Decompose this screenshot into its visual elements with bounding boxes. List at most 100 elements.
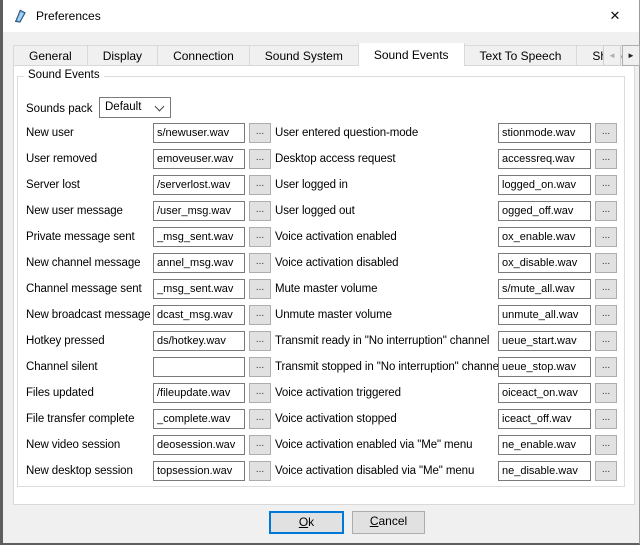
event-label-hotkey-pressed: Hotkey pressed <box>26 331 149 351</box>
browse-button-server-lost[interactable]: ... <box>249 175 271 195</box>
event-file-input-channel-message-sent[interactable] <box>153 279 245 299</box>
event-label-mute-master-volume: Mute master volume <box>275 279 494 299</box>
sounds-pack-value: Default <box>105 101 141 113</box>
browse-button-file-transfer-complete[interactable]: ... <box>249 409 271 429</box>
event-file-input-mute-master-volume[interactable] <box>498 279 591 299</box>
browse-button-new-broadcast-message[interactable]: ... <box>249 305 271 325</box>
browse-button-new-video-session[interactable]: ... <box>249 435 271 455</box>
browse-button-channel-message-sent[interactable]: ... <box>249 279 271 299</box>
event-label-voice-activation-disabled-via-me-menu: Voice activation disabled via "Me" menu <box>275 461 494 481</box>
event-label-transmit-stopped-in-no-interruption-channel: Transmit stopped in "No interruption" ch… <box>275 357 494 377</box>
browse-button-files-updated[interactable]: ... <box>249 383 271 403</box>
browse-button-new-channel-message[interactable]: ... <box>249 253 271 273</box>
groupbox-title: Sound Events <box>24 69 104 81</box>
event-file-input-server-lost[interactable] <box>153 175 245 195</box>
event-label-user-logged-out: User logged out <box>275 201 494 221</box>
event-file-input-voice-activation-disabled-via-me-menu[interactable] <box>498 461 591 481</box>
browse-button-new-desktop-session[interactable]: ... <box>249 461 271 481</box>
browse-button-channel-silent[interactable]: ... <box>249 357 271 377</box>
close-button[interactable]: ✕ <box>599 5 631 27</box>
browse-button-voice-activation-disabled-via-me-menu[interactable]: ... <box>595 461 617 481</box>
browse-button-user-removed[interactable]: ... <box>249 149 271 169</box>
event-label-user-removed: User removed <box>26 149 149 169</box>
event-label-voice-activation-enabled-via-me-menu: Voice activation enabled via "Me" menu <box>275 435 494 455</box>
tab-connection[interactable]: Connection <box>157 45 250 66</box>
event-file-input-user-logged-out[interactable] <box>498 201 591 221</box>
tab-display[interactable]: Display <box>87 45 158 66</box>
tab-general[interactable]: General <box>13 45 88 66</box>
window-title: Preferences <box>36 9 101 23</box>
event-label-user-entered-question-mode: User entered question-mode <box>275 123 494 143</box>
sounds-pack-label: Sounds pack <box>26 103 93 115</box>
browse-button-voice-activation-enabled[interactable]: ... <box>595 227 617 247</box>
cancel-button[interactable]: Cancel <box>352 511 425 534</box>
event-label-files-updated: Files updated <box>26 383 149 403</box>
event-file-input-voice-activation-disabled[interactable] <box>498 253 591 273</box>
event-file-input-new-channel-message[interactable] <box>153 253 245 273</box>
event-label-new-user-message: New user message <box>26 201 149 221</box>
tab-scroll-left-button[interactable]: ◄ <box>603 45 621 66</box>
event-file-input-channel-silent[interactable] <box>153 357 245 377</box>
browse-button-transmit-ready-in-no-interruption-channel[interactable]: ... <box>595 331 617 351</box>
event-file-input-new-desktop-session[interactable] <box>153 461 245 481</box>
browse-button-private-message-sent[interactable]: ... <box>249 227 271 247</box>
tab-sound-events[interactable]: Sound Events <box>358 43 465 66</box>
tab-sound-system[interactable]: Sound System <box>249 45 359 66</box>
event-file-input-voice-activation-enabled-via-me-menu[interactable] <box>498 435 591 455</box>
event-file-input-hotkey-pressed[interactable] <box>153 331 245 351</box>
browse-button-user-entered-question-mode[interactable]: ... <box>595 123 617 143</box>
event-label-new-video-session: New video session <box>26 435 149 455</box>
event-file-input-files-updated[interactable] <box>153 383 245 403</box>
event-file-input-user-logged-in[interactable] <box>498 175 591 195</box>
event-file-input-voice-activation-triggered[interactable] <box>498 383 591 403</box>
event-file-input-transmit-ready-in-no-interruption-channel[interactable] <box>498 331 591 351</box>
event-file-input-transmit-stopped-in-no-interruption-channel[interactable] <box>498 357 591 377</box>
event-label-unmute-master-volume: Unmute master volume <box>275 305 494 325</box>
event-file-input-user-removed[interactable] <box>153 149 245 169</box>
event-file-input-desktop-access-request[interactable] <box>498 149 591 169</box>
sounds-pack-select[interactable]: Default <box>99 97 171 118</box>
event-file-input-unmute-master-volume[interactable] <box>498 305 591 325</box>
ok-button[interactable]: Ok <box>269 511 344 534</box>
event-file-input-new-video-session[interactable] <box>153 435 245 455</box>
event-label-new-user: New user <box>26 123 149 143</box>
browse-button-new-user-message[interactable]: ... <box>249 201 271 221</box>
browse-button-new-user[interactable]: ... <box>249 123 271 143</box>
event-file-input-new-user-message[interactable] <box>153 201 245 221</box>
tab-text-to-speech[interactable]: Text To Speech <box>464 45 578 66</box>
event-file-input-new-user[interactable] <box>153 123 245 143</box>
event-file-input-private-message-sent[interactable] <box>153 227 245 247</box>
event-label-user-logged-in: User logged in <box>275 175 494 195</box>
browse-button-transmit-stopped-in-no-interruption-channel[interactable]: ... <box>595 357 617 377</box>
event-file-input-voice-activation-stopped[interactable] <box>498 409 591 429</box>
event-label-new-channel-message: New channel message <box>26 253 149 273</box>
browse-button-mute-master-volume[interactable]: ... <box>595 279 617 299</box>
event-file-input-file-transfer-complete[interactable] <box>153 409 245 429</box>
event-file-input-user-entered-question-mode[interactable] <box>498 123 591 143</box>
event-label-file-transfer-complete: File transfer complete <box>26 409 149 429</box>
event-file-input-new-broadcast-message[interactable] <box>153 305 245 325</box>
ok-button-label: Ok <box>271 513 342 532</box>
browse-button-voice-activation-stopped[interactable]: ... <box>595 409 617 429</box>
browse-button-voice-activation-enabled-via-me-menu[interactable]: ... <box>595 435 617 455</box>
event-label-voice-activation-disabled: Voice activation disabled <box>275 253 494 273</box>
event-label-channel-silent: Channel silent <box>26 357 149 377</box>
chevron-down-icon <box>155 102 165 112</box>
sound-events-groupbox: Sound Events Sounds pack Default New use… <box>17 76 625 487</box>
browse-button-voice-activation-triggered[interactable]: ... <box>595 383 617 403</box>
event-label-transmit-ready-in-no-interruption-channel: Transmit ready in "No interruption" chan… <box>275 331 494 351</box>
event-label-server-lost: Server lost <box>26 175 149 195</box>
browse-button-desktop-access-request[interactable]: ... <box>595 149 617 169</box>
browse-button-unmute-master-volume[interactable]: ... <box>595 305 617 325</box>
browse-button-voice-activation-disabled[interactable]: ... <box>595 253 617 273</box>
browse-button-hotkey-pressed[interactable]: ... <box>249 331 271 351</box>
browse-button-user-logged-in[interactable]: ... <box>595 175 617 195</box>
event-label-private-message-sent: Private message sent <box>26 227 149 247</box>
event-file-input-voice-activation-enabled[interactable] <box>498 227 591 247</box>
tab-scroll-right-button[interactable]: ► <box>622 45 640 66</box>
event-label-desktop-access-request: Desktop access request <box>275 149 494 169</box>
sound-event-rows: New user...User entered question-mode...… <box>26 123 617 481</box>
browse-button-user-logged-out[interactable]: ... <box>595 201 617 221</box>
event-label-voice-activation-enabled: Voice activation enabled <box>275 227 494 247</box>
tab-strip: GeneralDisplayConnectionSound SystemSoun… <box>13 43 640 66</box>
